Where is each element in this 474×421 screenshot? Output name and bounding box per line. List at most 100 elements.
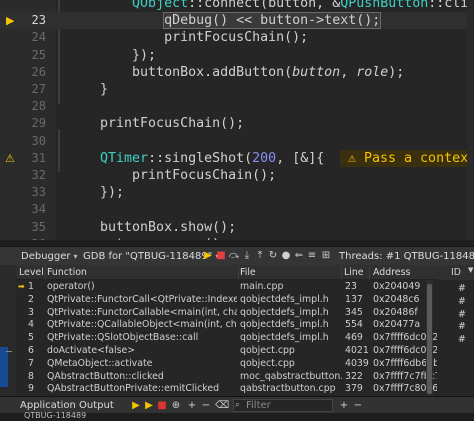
line-number[interactable]: 32 — [20, 167, 46, 184]
run-icon[interactable]: ▶ — [130, 399, 142, 412]
attach-icon[interactable]: ⊕ — [170, 399, 182, 412]
restart-icon[interactable]: ↻ — [267, 250, 279, 262]
line-number[interactable]: 26 — [20, 64, 46, 81]
line-number[interactable]: 24 — [20, 29, 46, 46]
breakpoint-icon[interactable]: ● — [280, 250, 292, 262]
stack-scrollbar[interactable] — [426, 280, 433, 396]
zoom-out-icon[interactable]: − — [200, 399, 212, 412]
line-number[interactable]: 35 — [20, 219, 46, 236]
threads-select[interactable]: Threads: #1 QTBUG-118489 — [339, 249, 474, 264]
cell-level: 5 — [28, 332, 34, 344]
code-text: }); — [68, 185, 125, 201]
cell-function: QtPrivate::FunctorCall<QtPrivate::Indexe… — [47, 293, 237, 305]
cell-file: main.cpp — [240, 281, 284, 292]
code-line[interactable]: 23 ▶ qDebug() << button->text(); — [0, 12, 474, 30]
chevron-down-icon: ▾ — [73, 252, 78, 261]
thread-id-cell[interactable]: # — [458, 334, 466, 345]
warning-icon: ⚠ — [348, 150, 365, 166]
mode-selector-highlight[interactable] — [0, 347, 8, 387]
cell-function: QMetaObject::activate — [47, 357, 153, 369]
engine-select[interactable]: GDB for "QTBUG-118489" ▾ — [80, 249, 219, 264]
code-line[interactable]: 32 printFocusChain(); — [0, 167, 474, 184]
code-text: printFocusChain(); — [68, 116, 245, 132]
table-row[interactable]: 7 QMetaObject::activate qobject.cpp 4039 0x7… — [16, 358, 438, 371]
current-frame-arrow-icon: ➡ — [18, 282, 25, 291]
code-line[interactable]: 26 buttonBox.addButton(button, role); — [0, 64, 474, 81]
operate-by-instruction-icon[interactable]: ≡ — [306, 250, 318, 262]
cell-line: 4021 — [345, 345, 369, 356]
step-over-icon[interactable]: ⤼ — [228, 250, 240, 262]
cell-level: 1 — [28, 281, 34, 292]
code-line[interactable]: 24 printFocusChain(); — [0, 29, 474, 46]
step-out-icon[interactable]: ⤒ — [254, 250, 266, 262]
line-number[interactable]: 31 — [20, 150, 46, 167]
current-line-arrow-icon: ▶ — [6, 14, 15, 28]
debugger-perspective-select[interactable]: Debugger ▾ — [18, 249, 78, 264]
code-line[interactable]: 27 } — [0, 81, 474, 98]
code-editor[interactable]: QObject::connect(button, &QPushButton::c… — [0, 0, 474, 240]
continue-icon[interactable]: ▶ — [202, 250, 214, 262]
stop-icon[interactable]: ■ — [215, 250, 227, 262]
line-number[interactable]: 23 — [20, 12, 46, 29]
cell-line: 4039 — [345, 357, 369, 369]
code-line[interactable]: 34 — [0, 201, 474, 218]
inline-warning-text[interactable]: ⚠ Pass a context o — [348, 150, 474, 167]
column-header-line[interactable]: Line — [344, 265, 364, 280]
line-number[interactable]: 36 — [20, 236, 46, 240]
step-into-icon[interactable]: ⤓ — [241, 250, 253, 262]
zoom-in-icon[interactable]: + — [186, 399, 198, 412]
code-line[interactable]: 30 — [0, 133, 474, 150]
table-row[interactable]: 2 QtPrivate::FunctorCall<QtPrivate::Index… — [16, 294, 438, 307]
cell-function: doActivate<false> — [47, 345, 136, 356]
line-number[interactable]: 28 — [20, 98, 46, 115]
line-number[interactable]: 34 — [20, 201, 46, 218]
warning-icon[interactable]: ⚠ — [5, 150, 15, 167]
code-line[interactable]: 25 }); — [0, 47, 474, 64]
code-line[interactable]: 29 printFocusChain(); — [0, 115, 474, 132]
column-header-level[interactable]: Level — [19, 265, 44, 280]
line-number[interactable]: 33 — [20, 184, 46, 201]
code-line[interactable]: 35 buttonBox.show(); — [0, 219, 474, 236]
remove-pane-icon[interactable]: − — [352, 399, 364, 412]
output-filter-input[interactable]: ⌕ Filter — [233, 399, 333, 412]
column-header-address[interactable]: Address — [373, 265, 410, 280]
line-number[interactable]: 29 — [20, 115, 46, 132]
table-row[interactable]: 8 QAbstractButton::clicked moc_qabstractbu… — [16, 371, 438, 384]
scrollbar-thumb[interactable] — [427, 284, 432, 394]
table-row[interactable]: 5 QtPrivate::QSlotObjectBase::call qobject… — [16, 332, 438, 345]
table-row[interactable]: ➡ 1 operator() main.cpp 23 0x204049 — [16, 281, 438, 294]
code-line[interactable]: 28 — [0, 98, 474, 115]
column-header-file[interactable]: File — [240, 265, 256, 280]
cell-level: 3 — [28, 306, 34, 318]
debug-run-icon[interactable]: ▶ — [143, 399, 155, 412]
column-header-id[interactable]: ID — [451, 267, 461, 278]
cell-line: 469 — [345, 332, 363, 344]
thread-id-cell[interactable]: # — [458, 296, 466, 307]
column-header-function[interactable]: Function — [47, 265, 87, 280]
stop-icon[interactable]: ■ — [156, 399, 168, 412]
line-number[interactable]: 27 — [20, 81, 46, 98]
code-line[interactable]: QObject::connect(button, &QPushButton::c… — [0, 0, 474, 12]
editor-scrollbar[interactable] — [467, 0, 474, 240]
code-line[interactable]: 31⚠⚠ Pass a context o QTimer::singleShot… — [0, 149, 474, 167]
table-row[interactable]: 9 QAbstractButtonPrivate::emitClicked qabs… — [16, 383, 438, 396]
cell-file: qobject.cpp — [240, 357, 295, 369]
reverse-icon[interactable]: ⇐ — [293, 250, 305, 262]
table-row[interactable]: 3 QtPrivate::FunctorCallable<main(int, ch… — [16, 307, 438, 320]
line-number[interactable]: 30 — [20, 133, 46, 150]
cell-level: 8 — [28, 370, 34, 382]
table-row[interactable]: 4 QtPrivate::QCallableObject<main(int, ch… — [16, 319, 438, 332]
code-line[interactable]: 33 }); — [0, 184, 474, 201]
thread-id-cell[interactable]: # — [458, 321, 466, 332]
clear-icon[interactable]: ⌫ — [215, 399, 229, 412]
thread-id-cell[interactable]: # — [458, 283, 466, 294]
cell-line: 345 — [345, 306, 363, 318]
thread-id-cell[interactable]: # — [458, 309, 466, 320]
collapse-icon[interactable] — [6, 351, 12, 352]
add-pane-icon[interactable]: + — [338, 399, 350, 412]
locals-icon[interactable]: ⊞ — [320, 250, 332, 262]
table-row[interactable]: 6 doActivate<false> qobject.cpp 4021 0x7ffff… — [16, 345, 438, 358]
line-number[interactable]: 25 — [20, 47, 46, 64]
left-sidebar-strip — [0, 265, 16, 396]
code-line[interactable]: 36 return a.exec(); — [0, 236, 474, 240]
